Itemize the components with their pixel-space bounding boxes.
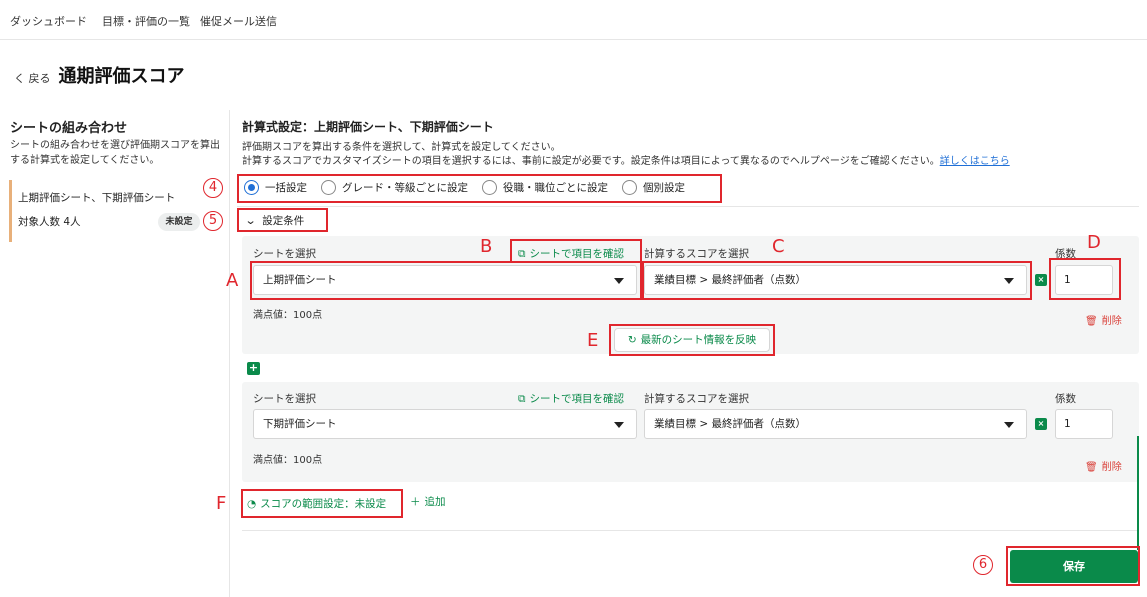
annotation-box-4 (237, 174, 722, 203)
top-nav: ダッシュボード 目標・評価の一覧 催促メール送信 (0, 0, 1147, 40)
full-score-text: 満点値：100点 (253, 310, 323, 321)
multiply-icon: × (1035, 418, 1047, 430)
sheet-select-label: シートを選択 (253, 248, 316, 260)
annotation-label-a: A (226, 270, 239, 291)
add-button[interactable]: ＋追加 (410, 494, 446, 509)
sidebar-title: シートの組み合わせ (10, 121, 128, 136)
annotation-box-a (250, 261, 642, 300)
nav-reminder-mail[interactable]: 催促メール送信 (200, 13, 277, 29)
trash-icon: 🗑 (1085, 316, 1098, 327)
coefficient-input[interactable]: 1 (1055, 409, 1113, 439)
external-link-icon: ⧉ (518, 393, 526, 405)
page-title: 通期評価スコア (58, 66, 185, 87)
nav-dashboard[interactable]: ダッシュボード (10, 13, 87, 29)
annotation-box-d (1049, 258, 1121, 300)
page-header: く 戻る 通期評価スコア (14, 62, 185, 88)
annotation-box-f (241, 489, 403, 518)
score-select-label: 計算するスコアを選択 (644, 248, 749, 260)
sidebar-active-indicator (9, 180, 12, 242)
coefficient-label: 係数 (1055, 393, 1076, 405)
annotation-label-b: B (480, 236, 493, 257)
annotation-label-c: C (772, 236, 785, 257)
desc-line-2: 計算するスコアでカスタマイズシートの項目を選択するには、事前に設定が必要です。設… (242, 156, 1010, 167)
sidebar-description: シートの組み合わせを選び評価期スコアを算出する計算式を設定してください。 (10, 140, 220, 166)
annotation-box-b (510, 239, 642, 263)
nav-goal-list[interactable]: 目標・評価の一覧 (102, 13, 190, 29)
caret-down-icon (614, 422, 624, 428)
check-sheet-link[interactable]: ⧉ シートで項目を確認 (518, 391, 624, 406)
plus-icon: ＋ (410, 496, 421, 508)
formula-title: 計算式設定：上期評価シート、下期評価シート (242, 120, 494, 134)
divider (242, 530, 1139, 531)
back-link[interactable]: く 戻る (14, 70, 51, 86)
scroll-indicator (1137, 436, 1139, 550)
annotation-box-c (642, 261, 1032, 300)
delete-row-button[interactable]: 🗑 削除 (1085, 458, 1122, 473)
annotation-box-5 (237, 208, 328, 232)
annotation-box-6 (1006, 546, 1140, 586)
formula-description: 評価期スコアを算出する条件を選択して、計算式を設定してください。 計算するスコア… (242, 141, 1010, 169)
annotation-circle-6: 6 (973, 555, 993, 575)
annotation-box-e (609, 324, 775, 356)
score-select[interactable]: 業績目標 > 最終評価者（点数） (644, 409, 1027, 439)
annotation-circle-4: 4 (203, 178, 223, 198)
caret-down-icon (1004, 422, 1014, 428)
sheet-select-label: シートを選択 (253, 393, 316, 405)
annotation-label-d: D (1087, 232, 1101, 253)
sheet-select[interactable]: 下期評価シート (253, 409, 637, 439)
divider (237, 206, 1139, 207)
sidebar-item-sheet-combo[interactable]: 上期評価シート、下期評価シート (18, 190, 175, 205)
help-link[interactable]: 詳しくはこちら (940, 156, 1010, 167)
trash-icon: 🗑 (1085, 462, 1098, 473)
desc-line-1: 評価期スコアを算出する条件を選択して、計算式を設定してください。 (242, 142, 561, 153)
annotation-label-f: F (216, 493, 227, 514)
add-row-icon[interactable]: + (247, 362, 260, 375)
score-select-label: 計算するスコアを選択 (644, 393, 749, 405)
full-score-text: 満点値：100点 (253, 455, 323, 466)
multiply-icon: × (1035, 274, 1047, 286)
sidebar-target-count: 対象人数 4人 (18, 216, 81, 228)
annotation-circle-5: 5 (203, 211, 223, 231)
annotation-label-e: E (587, 330, 599, 351)
vertical-divider (229, 110, 230, 597)
status-badge: 未設定 (158, 213, 200, 231)
delete-row-button[interactable]: 🗑 削除 (1085, 312, 1122, 327)
